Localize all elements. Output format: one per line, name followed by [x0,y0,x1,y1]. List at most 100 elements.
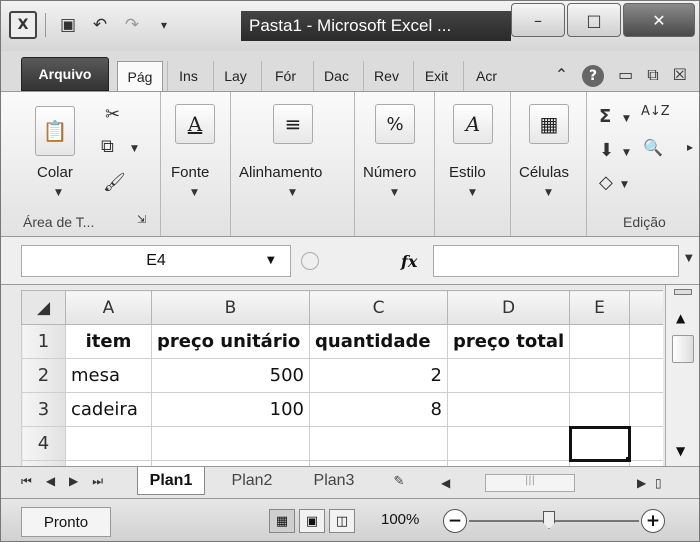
column-header-b[interactable]: B [151,290,310,325]
column-header-f[interactable] [629,290,663,325]
cells-label[interactable]: Células [519,164,569,181]
zoom-slider-thumb[interactable] [543,511,555,529]
minimize-button[interactable]: – [511,3,565,37]
number-dropdown-icon[interactable]: ▼ [391,188,398,198]
styles-label[interactable]: Estilo [449,164,486,181]
cell-f4[interactable] [629,426,663,461]
cell-a4[interactable] [65,426,152,461]
find-select-icon[interactable]: 🔍 [643,138,663,157]
cell-a1[interactable]: item [65,324,152,359]
format-painter-icon[interactable]: 🖌 [103,172,126,193]
tab-data[interactable]: Dac [313,61,359,91]
tab-acrobat[interactable]: Acr [463,61,509,91]
cell-c4[interactable] [309,426,448,461]
normal-view-icon[interactable]: ▦ [269,509,295,533]
cell-d2[interactable] [447,358,570,393]
doc-minimize-icon[interactable]: ▭ [618,65,633,87]
scroll-left-icon[interactable]: ◀ [441,476,450,490]
tab-review[interactable]: Rev [363,61,409,91]
doc-close-icon[interactable]: ☒ [673,65,687,87]
column-header-e[interactable]: E [569,290,630,325]
cell-a2[interactable]: mesa [65,358,152,393]
formula-input[interactable] [433,245,679,277]
cells-dropdown-icon[interactable]: ▼ [545,188,552,198]
paste-label[interactable]: Colar [37,164,73,181]
cell-d3[interactable] [447,392,570,427]
row-header[interactable]: 1 [21,324,66,359]
last-sheet-icon[interactable]: ⏭ [92,474,103,489]
alignment-dropdown-icon[interactable]: ▼ [289,188,296,198]
cell-b4[interactable] [151,426,310,461]
column-header-c[interactable]: C [309,290,448,325]
paste-dropdown-icon[interactable]: ▼ [55,188,62,198]
cell-c1[interactable]: quantidade [309,324,448,359]
autosum-dropdown-icon[interactable]: ▼ [623,114,630,124]
selected-cell-e4[interactable] [568,425,631,462]
zoom-in-button[interactable]: + [641,509,665,533]
tab-layout[interactable]: Lay [213,61,257,91]
minimize-ribbon-icon[interactable]: ⌃ [555,65,568,87]
horizontal-scrollbar[interactable]: ◀ ||| ▶ ▯ [441,473,681,493]
name-box-dropdown-icon[interactable]: ▼ [267,255,275,266]
doc-restore-icon[interactable]: ⧉ [647,65,658,87]
row-header[interactable]: 4 [21,426,66,461]
tab-page-home[interactable]: Pág [117,61,163,92]
sort-filter-icon[interactable]: A↓Z [641,104,670,119]
alignment-label[interactable]: Alinhamento [239,164,322,181]
insert-sheet-icon[interactable]: ✎ [379,467,419,495]
copy-icon[interactable]: ⧉ [101,136,114,157]
first-sheet-icon[interactable]: ⏮ [21,474,32,489]
excel-app-icon[interactable]: X [9,11,37,39]
expand-formula-bar-icon[interactable]: ▼ [685,253,693,264]
cell-d1[interactable]: preço total [447,324,570,359]
cell-c3[interactable]: 8 [309,392,448,427]
cell-e2[interactable] [569,358,630,393]
cell-a3[interactable]: cadeira [65,392,152,427]
column-header-d[interactable]: D [447,290,570,325]
cell-e1[interactable] [569,324,630,359]
font-icon[interactable]: A [175,104,215,144]
column-header-a[interactable]: A [65,290,152,325]
sheet-tab-plan2[interactable]: Plan2 [215,467,289,495]
name-box[interactable]: E4 [21,245,291,277]
cell-e3[interactable] [569,392,630,427]
redo-icon[interactable]: ↷ [118,11,146,39]
row-header[interactable]: 3 [21,392,66,427]
vertical-scrollbar[interactable]: ▲ ▼ [665,285,699,468]
save-icon[interactable]: ▣ [54,11,82,39]
cell-b1[interactable]: preço unitário [151,324,310,359]
maximize-button[interactable]: □ [567,3,621,37]
cut-icon[interactable]: ✂ [105,104,120,125]
styles-dropdown-icon[interactable]: ▼ [469,188,476,198]
zoom-level[interactable]: 100% [381,511,419,528]
help-icon[interactable]: ? [582,65,605,87]
alignment-icon[interactable]: ≡ [273,104,313,144]
fill-handle[interactable] [626,457,629,460]
tab-insert[interactable]: Ins [167,61,209,91]
insert-function-icon[interactable]: fx [401,252,417,271]
cell-c2[interactable]: 2 [309,358,448,393]
cell-f1[interactable] [629,324,663,359]
tab-arquivo[interactable]: Arquivo [21,57,109,91]
clear-dropdown-icon[interactable]: ▼ [621,180,628,190]
hscroll-end-icon[interactable]: ▯ [655,476,662,490]
sheet-tab-plan3[interactable]: Plan3 [297,467,371,495]
tab-view[interactable]: Exit [413,61,459,91]
row-header[interactable]: 2 [21,358,66,393]
cell-f3[interactable] [629,392,663,427]
clipboard-launcher-icon[interactable]: ⇲ [137,213,146,226]
ribbon-scroll-right-icon[interactable]: ▸ [687,140,693,154]
number-label[interactable]: Número [363,164,416,181]
undo-icon[interactable]: ↶ [86,11,114,39]
font-label[interactable]: Fonte [171,164,209,181]
scroll-up-icon[interactable]: ▲ [676,311,685,325]
cell-b2[interactable]: 500 [151,358,310,393]
close-button[interactable]: ✕ [623,3,695,37]
cell-d4[interactable] [447,426,570,461]
autosum-icon[interactable]: Σ [599,106,611,127]
tab-formulas[interactable]: Fór [261,61,309,91]
scroll-down-icon[interactable]: ▼ [676,444,685,458]
page-break-view-icon[interactable]: ◫ [329,509,355,533]
customize-qat-icon[interactable]: ▾ [150,11,178,39]
styles-icon[interactable]: A [453,104,493,144]
